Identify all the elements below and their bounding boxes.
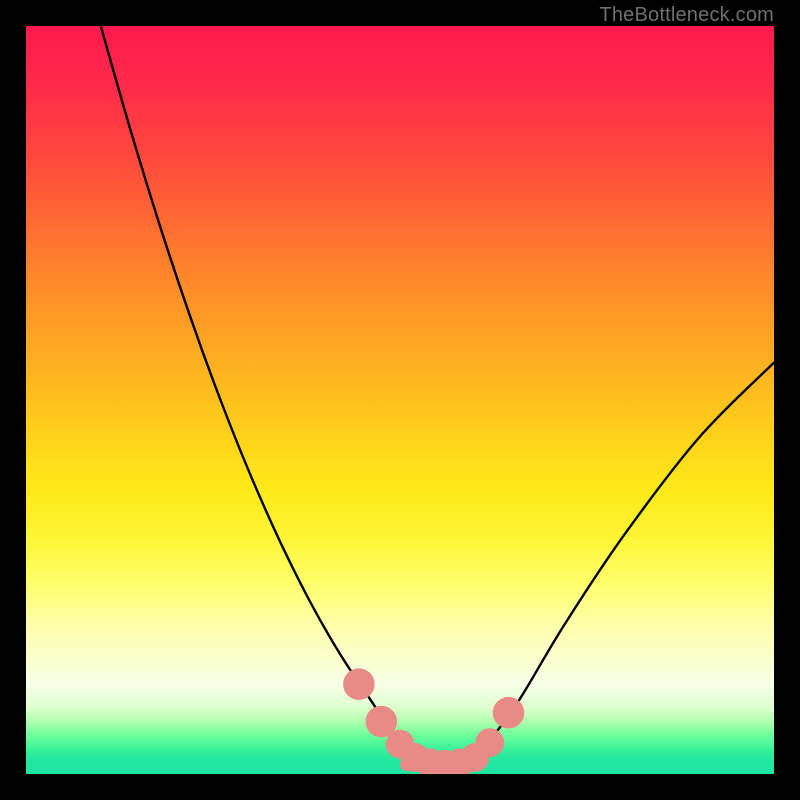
curve-marker <box>475 728 504 757</box>
chart-frame: TheBottleneck.com <box>0 0 800 800</box>
plot-area <box>26 26 774 774</box>
curve-layer <box>26 26 774 774</box>
curve-marker <box>493 697 525 729</box>
curve-marker <box>343 668 375 700</box>
watermark-text: TheBottleneck.com <box>599 4 774 27</box>
bottleneck-curve <box>101 26 774 765</box>
